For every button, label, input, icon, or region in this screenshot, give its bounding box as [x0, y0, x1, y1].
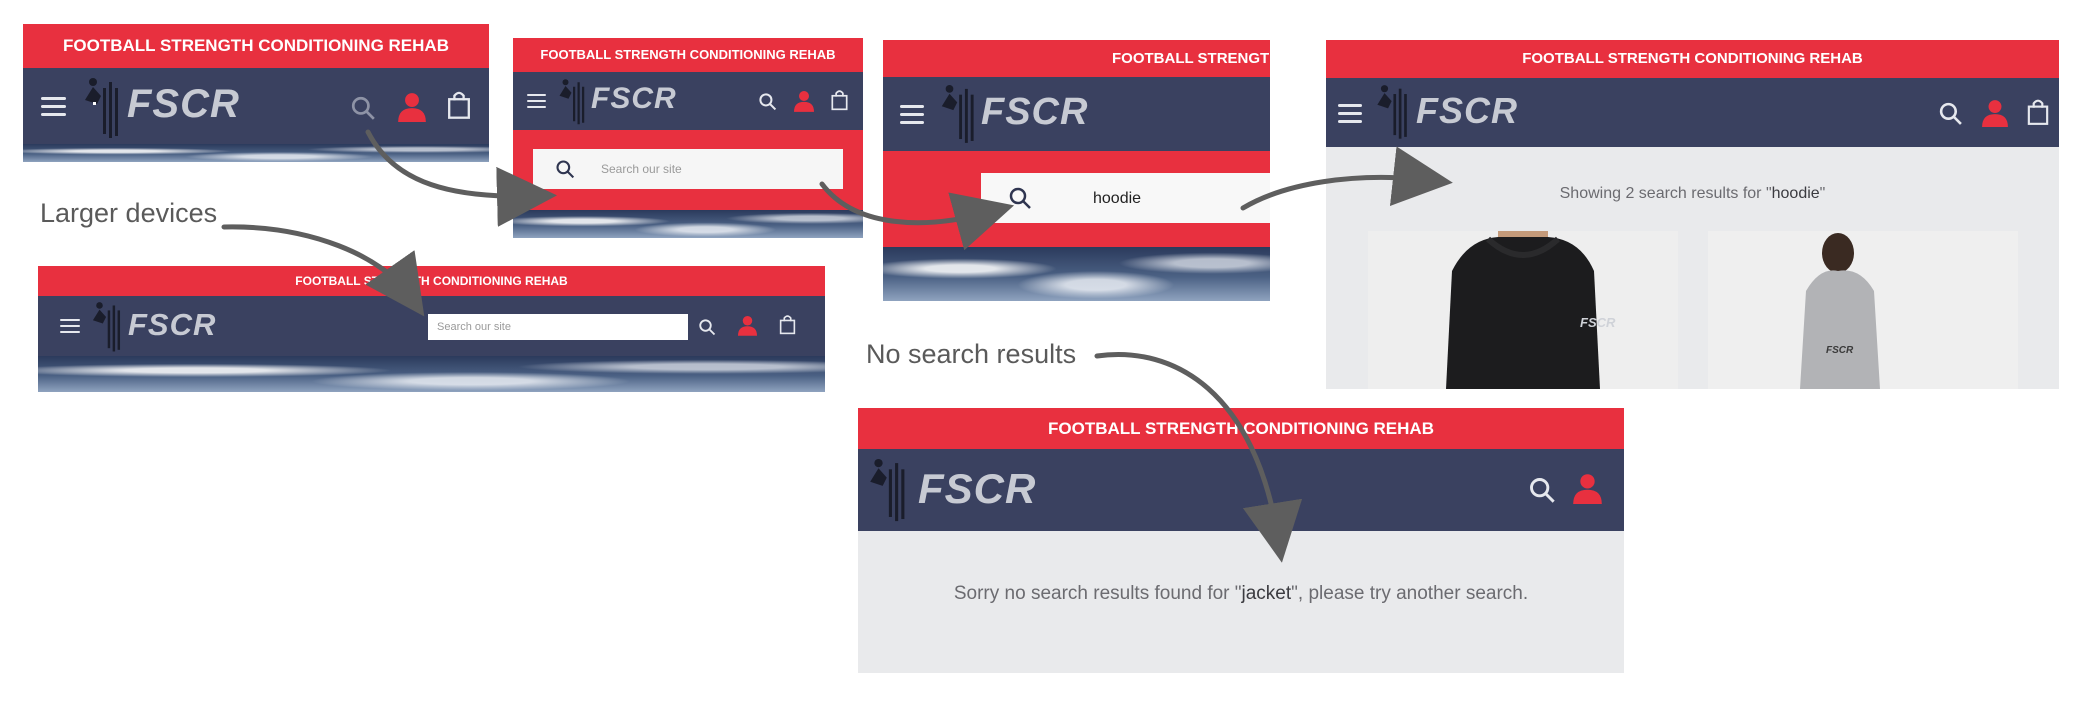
promo-banner: FOOTBALL STRENGTH CONDITIONING REHAB	[1326, 40, 2059, 78]
hero-image	[23, 144, 489, 162]
panel-no-results: FOOTBALL STRENGTH CONDITIONING REHAB FSC…	[858, 408, 1624, 673]
logo-icon[interactable]	[864, 453, 922, 525]
search-input[interactable]: hoodie	[981, 173, 1270, 223]
caption-larger-devices: Larger devices	[40, 198, 218, 228]
search-icon	[1009, 187, 1031, 209]
menu-icon[interactable]	[41, 97, 66, 116]
site-header: FSCR Search our site	[38, 296, 825, 356]
search-icon	[556, 160, 575, 179]
no-results-message: Sorry no search results found for "jacke…	[953, 583, 1529, 604]
panel-mobile-header: FOOTBALL STRENGTH CONDITIONING REHAB FSC…	[23, 24, 489, 162]
search-icon[interactable]	[698, 318, 716, 336]
account-icon[interactable]	[1573, 473, 1602, 504]
menu-icon[interactable]	[60, 319, 80, 333]
promo-banner: FOOTBALL STRENGTH CONDITIONING REHAB	[883, 40, 1270, 77]
panel-search-open: FOOTBALL STRENGTH CONDITIONING REHAB FSC…	[513, 38, 863, 238]
search-icon[interactable]	[1528, 476, 1556, 504]
account-icon[interactable]	[398, 92, 426, 122]
panel-search-typed: FOOTBALL STRENGTH CONDITIONING REHAB FSC…	[883, 40, 1270, 301]
bag-icon[interactable]	[2027, 98, 2049, 126]
site-header: FSCR	[858, 449, 1624, 531]
product-card-grey-hoodie[interactable]: FSCR	[1708, 231, 2018, 389]
search-icon[interactable]	[350, 95, 376, 121]
search-input[interactable]: Search our site	[533, 149, 843, 189]
promo-banner: FOOTBALL STRENGTH CONDITIONING REHAB	[23, 24, 489, 68]
logo-text: FSCR	[1416, 90, 1518, 131]
logo-text: FSCR	[918, 465, 1037, 512]
hero-image	[513, 210, 863, 238]
results-area: Sorry no search results found for "jacke…	[858, 531, 1624, 673]
panel-desktop-header: FOOTBALL STRENGTH CONDITIONING REHAB FSC…	[38, 266, 825, 392]
bag-icon[interactable]	[831, 89, 848, 111]
product-card-black-hoodie[interactable]: FSCR	[1368, 231, 1678, 389]
site-header: FSCR	[23, 68, 489, 144]
site-header: FSCR	[513, 72, 863, 130]
logo-text: FSCR	[127, 82, 240, 126]
logo-icon[interactable]	[1372, 80, 1422, 142]
product-image: FSCR	[1708, 231, 2018, 389]
promo-banner: FOOTBALL STRENGTH CONDITIONING REHAB	[38, 266, 825, 296]
logo-text: FSCR	[591, 82, 677, 115]
logo-text: FSCR	[981, 91, 1089, 133]
search-placeholder: Search our site	[437, 321, 511, 333]
account-icon[interactable]	[738, 315, 757, 336]
account-icon[interactable]	[1982, 99, 2008, 127]
caption-no-results: No search results	[866, 339, 1077, 369]
menu-icon[interactable]	[527, 94, 546, 108]
logo-text: FSCR	[128, 307, 217, 342]
promo-banner: FOOTBALL STRENGTH CONDITIONING REHAB	[513, 38, 863, 72]
menu-icon[interactable]	[1338, 104, 1362, 123]
site-header: FSCR	[883, 77, 1270, 151]
search-placeholder: Search our site	[601, 162, 682, 176]
search-query: hoodie	[1093, 190, 1142, 207]
svg-text:FSCR: FSCR	[1826, 345, 1854, 356]
bag-icon[interactable]	[447, 90, 471, 120]
menu-icon[interactable]	[900, 105, 924, 124]
hero-image	[883, 247, 1270, 301]
hero-image	[38, 356, 825, 392]
results-summary: Showing 2 search results for "hoodie"	[1559, 185, 1826, 202]
svg-text:FSCR: FSCR	[1580, 315, 1616, 330]
search-drawer: Search our site	[513, 130, 863, 210]
site-header: FSCR	[1326, 78, 2059, 147]
product-image: FSCR	[1368, 231, 1678, 389]
search-drawer: hoodie	[883, 151, 1270, 247]
search-icon[interactable]	[1938, 101, 1963, 126]
bag-icon[interactable]	[779, 314, 796, 335]
search-icon[interactable]	[758, 92, 777, 111]
search-input[interactable]: Search our site	[428, 314, 688, 340]
results-area: Showing 2 search results for "hoodie" FS…	[1326, 147, 2059, 389]
account-icon[interactable]	[794, 90, 814, 112]
panel-search-results: FOOTBALL STRENGTH CONDITIONING REHAB FSC…	[1326, 40, 2059, 389]
promo-banner: FOOTBALL STRENGTH CONDITIONING REHAB	[858, 408, 1624, 449]
